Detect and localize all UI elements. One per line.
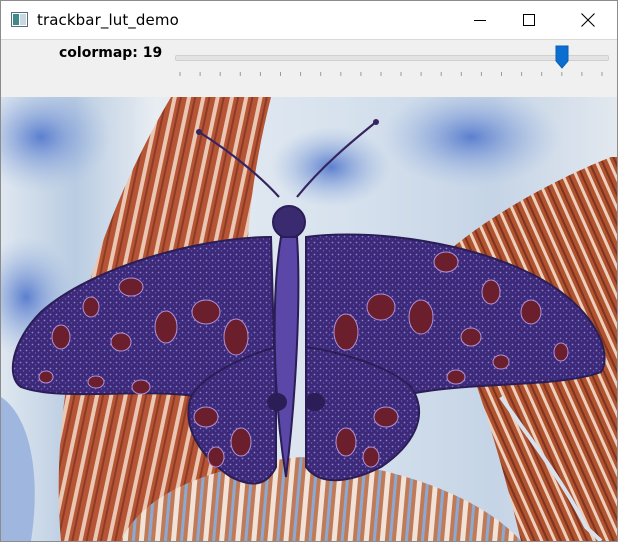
app-window: trackbar_lut_demo colormap: 19: [0, 0, 618, 542]
window-title: trackbar_lut_demo: [37, 11, 179, 29]
image-view: [1, 97, 617, 541]
trackbar-panel: colormap: 19: [1, 40, 617, 97]
butterfly-image: [1, 97, 617, 541]
slider-thumb[interactable]: [555, 45, 569, 69]
minimize-icon: [474, 20, 486, 21]
maximize-button[interactable]: [506, 1, 552, 39]
close-button[interactable]: [565, 1, 611, 39]
minimize-button[interactable]: [457, 1, 503, 39]
title-bar[interactable]: trackbar_lut_demo: [1, 1, 617, 39]
app-icon: [11, 12, 28, 27]
maximize-icon: [523, 14, 535, 26]
slider-ticks: [179, 72, 603, 76]
close-icon: [581, 13, 595, 27]
